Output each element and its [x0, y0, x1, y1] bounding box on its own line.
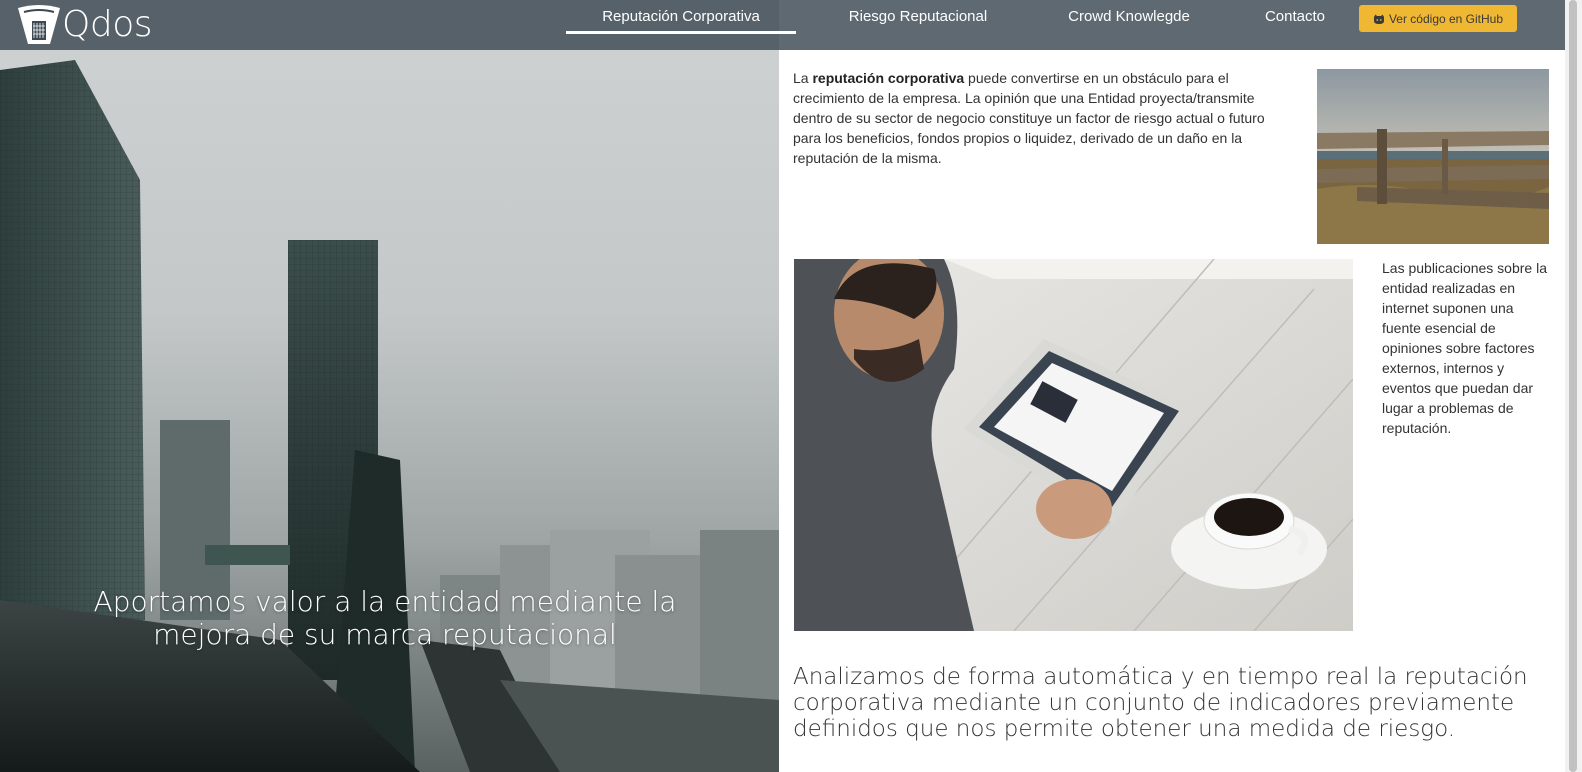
navbar: Qdos Reputación Corporativa Riesgo Reput… — [0, 0, 1565, 50]
hero-city-image — [0, 60, 779, 772]
hero-section: Aportamos valor a la entidad mediante la… — [0, 0, 779, 772]
brand-logo[interactable]: Qdos — [16, 4, 152, 46]
github-icon — [1373, 14, 1384, 24]
nav-contacto[interactable]: Contacto — [1254, 0, 1336, 34]
tablet-photo — [794, 259, 1353, 631]
scrollbar-thumb[interactable] — [1569, 0, 1577, 772]
intro-bold-term: reputación corporativa — [812, 70, 965, 86]
fence-image — [1317, 69, 1549, 244]
publications-paragraph: Las publicaciones sobre la entidad reali… — [1382, 260, 1547, 436]
analysis-headline: Analizamos de forma automática y en tiem… — [793, 664, 1528, 742]
hero-tagline: Aportamos valor a la entidad mediante la… — [93, 585, 677, 651]
github-button[interactable]: Ver código en GitHub — [1359, 5, 1517, 32]
fence-photo — [1317, 69, 1549, 244]
brand-name: Qdos — [62, 4, 152, 45]
intro-prefix: La — [793, 70, 813, 86]
intro-paragraph: La reputación corporativa puede converti… — [793, 68, 1293, 168]
nav-reputacion-corporativa[interactable]: Reputación Corporativa — [566, 0, 796, 34]
github-button-label: Ver código en GitHub — [1388, 11, 1504, 26]
tablet-image — [794, 259, 1353, 631]
nav-crowd-knowledge[interactable]: Crowd Knowlegde — [1052, 0, 1206, 34]
qdos-logo-icon — [18, 5, 60, 44]
nav-riesgo-reputacional[interactable]: Riesgo Reputacional — [832, 0, 1004, 34]
